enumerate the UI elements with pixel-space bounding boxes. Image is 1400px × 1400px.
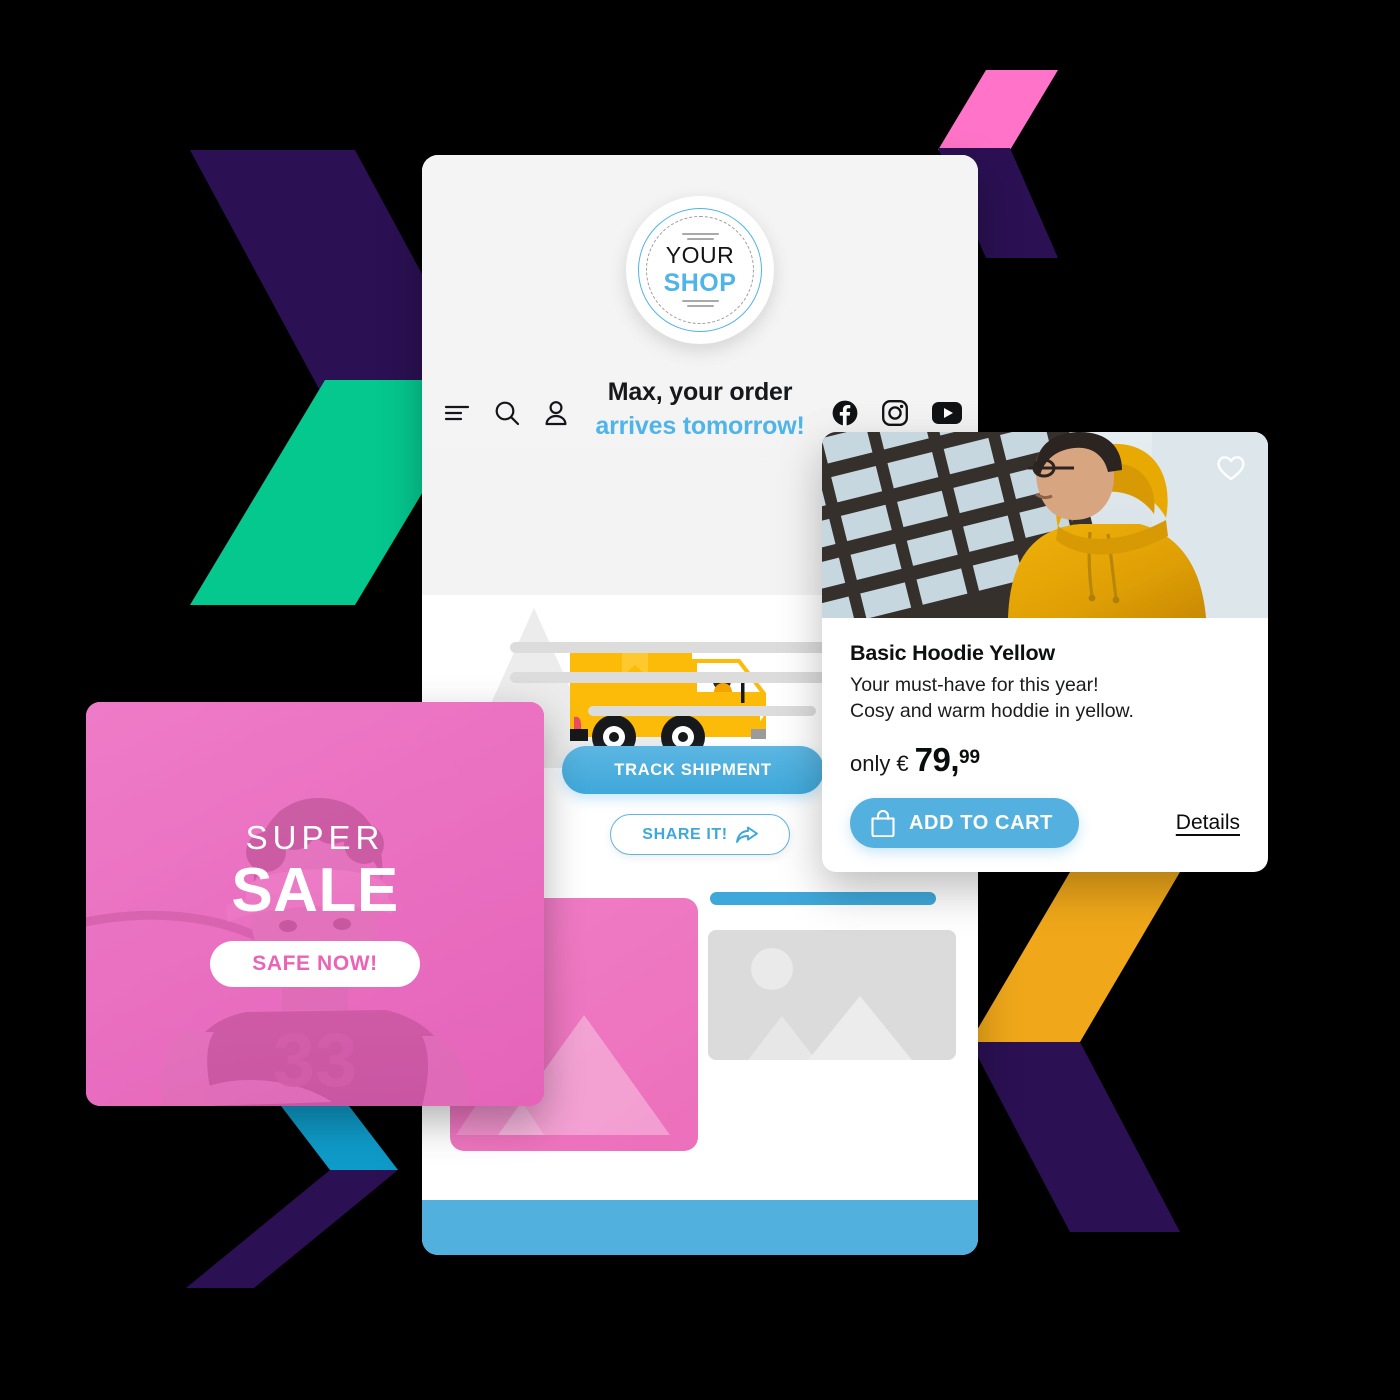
add-to-cart-button[interactable]: ADD TO CART bbox=[850, 798, 1080, 848]
share-icon bbox=[735, 826, 758, 843]
chevron-blue-bottom-left bbox=[278, 1102, 398, 1170]
price-amount: 79, bbox=[914, 740, 960, 778]
sale-eyebrow: SUPER bbox=[245, 818, 385, 856]
logo-rules-top bbox=[681, 232, 719, 240]
price-currency: € bbox=[896, 750, 909, 776]
poster-canvas: YOUR SHOP Max, your order arrives tomorr… bbox=[0, 0, 1400, 1400]
add-to-cart-label: ADD TO CART bbox=[909, 811, 1054, 834]
shop-logo[interactable]: YOUR SHOP bbox=[626, 196, 774, 344]
sale-title: SALE bbox=[231, 855, 399, 925]
mountain-small-icon bbox=[748, 1016, 816, 1060]
product-title: Basic Hoodie Yellow bbox=[850, 641, 1055, 665]
logo-dashed-ring: YOUR SHOP bbox=[646, 216, 754, 324]
shop-footer-bar bbox=[422, 1200, 978, 1255]
chevron-purple-bottom-left bbox=[186, 1170, 398, 1288]
logo-outer-ring: YOUR SHOP bbox=[638, 208, 762, 332]
logo-rule bbox=[681, 300, 719, 303]
product-details: Basic Hoodie Yellow Your must-have for t… bbox=[822, 618, 1268, 779]
placeholder-line bbox=[588, 706, 816, 716]
logo-rules-bottom bbox=[681, 300, 719, 308]
logo-text-shop: SHOP bbox=[663, 269, 737, 298]
logo-rule bbox=[686, 237, 714, 240]
super-sale-card[interactable]: 33 SUPER SALE SAFE NOW! bbox=[86, 702, 544, 1106]
share-it-button[interactable]: SHARE IT! bbox=[610, 814, 790, 855]
product-price: only € 79, 99 bbox=[850, 741, 1240, 779]
price-prefix: only bbox=[850, 750, 891, 776]
shopping-bag-icon bbox=[871, 809, 895, 837]
price-cents: 99 bbox=[958, 746, 981, 768]
logo-rule bbox=[686, 305, 714, 308]
logo-rule bbox=[681, 232, 719, 235]
mountain-large-icon bbox=[808, 996, 912, 1060]
logo-text-your: YOUR bbox=[665, 241, 735, 268]
product-description-line-1: Your must-have for this year! bbox=[850, 674, 1099, 696]
details-link[interactable]: Details bbox=[1176, 811, 1240, 835]
product-card: Basic Hoodie Yellow Your must-have for t… bbox=[822, 432, 1268, 872]
chevron-purple-bottom-right bbox=[970, 1042, 1180, 1232]
sun-icon bbox=[751, 948, 793, 990]
image-placeholder bbox=[708, 930, 956, 1060]
product-actions: ADD TO CART Details bbox=[850, 798, 1240, 848]
headline-line-1: Max, your order bbox=[607, 378, 793, 406]
product-image bbox=[822, 432, 1268, 618]
section-heading-bar bbox=[710, 892, 936, 905]
sale-text-block: SUPER SALE SAFE NOW! bbox=[86, 702, 544, 1106]
product-description-line-2: Cosy and warm hoddie in yellow. bbox=[850, 699, 1134, 722]
hoodie-photo bbox=[822, 432, 1268, 618]
chevron-yellow-bottom-right bbox=[970, 872, 1180, 1042]
safe-now-button[interactable]: SAFE NOW! bbox=[210, 941, 420, 988]
share-it-label: SHARE IT! bbox=[642, 825, 728, 843]
product-description: Your must-have for this year! Cosy and w… bbox=[850, 673, 1240, 725]
heart-icon[interactable] bbox=[1216, 454, 1246, 481]
track-shipment-button[interactable]: TRACK SHIPMENT bbox=[562, 746, 824, 794]
chevron-pink-top-right bbox=[938, 70, 1058, 150]
